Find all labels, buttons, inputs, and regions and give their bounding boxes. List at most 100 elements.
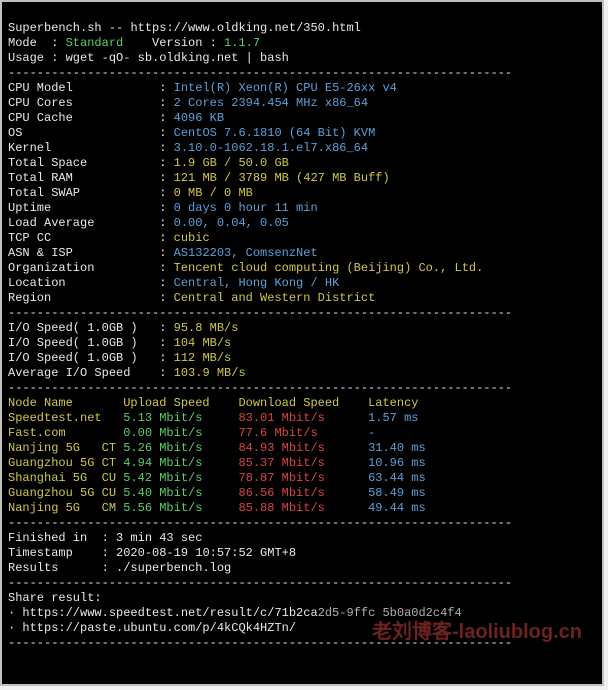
speed-latency: 10.96 ms [368, 456, 454, 470]
sys-value: Intel(R) Xeon(R) CPU E5-26xx v4 [174, 81, 397, 95]
sys-value: Central, Hong Kong / HK [174, 276, 340, 290]
speed-download: 83.01 Mbit/s [238, 411, 368, 425]
share-url-1: · https://www.speedtest.net/result/c/71b… [8, 606, 318, 620]
sys-value: 1.9 GB / 50.0 GB [174, 156, 289, 170]
speed-upload: 5.40 Mbit/s [123, 486, 238, 500]
speed-upload: 5.56 Mbit/s [123, 501, 238, 515]
sys-value: 0 days 0 hour 11 min [174, 201, 318, 215]
sys-value: cubic [174, 231, 210, 245]
sys-value: Central and Western District [174, 291, 376, 305]
sep: -- [102, 21, 131, 35]
speed-download: 86.56 Mbit/s [238, 486, 368, 500]
hr: ----------------------------------------… [8, 516, 512, 530]
col-lat: Latency [368, 396, 454, 410]
hr: ----------------------------------------… [8, 306, 512, 320]
speed-upload: 5.42 Mbit/s [123, 471, 238, 485]
speed-upload: 5.13 Mbit/s [123, 411, 238, 425]
sys-label: TCP CC [8, 231, 159, 245]
speed-node: Nanjing 5G CT [8, 441, 123, 455]
sys-value: 4096 KB [174, 111, 224, 125]
mode-label: Mode : [8, 36, 66, 50]
hr: ----------------------------------------… [8, 381, 512, 395]
sys-label: Location [8, 276, 159, 290]
speed-download: 85.88 Mbit/s [238, 501, 368, 515]
speed-download: 85.37 Mbit/s [238, 456, 368, 470]
speed-node: Speedtest.net [8, 411, 123, 425]
col-up: Upload Speed [123, 396, 238, 410]
speed-latency: 58.49 ms [368, 486, 454, 500]
io2-value: 104 MB/s [174, 336, 232, 350]
col-node: Node Name [8, 396, 123, 410]
speed-download: 78.87 Mbit/s [238, 471, 368, 485]
sys-value: 121 MB / 3789 MB (427 MB Buff) [174, 171, 390, 185]
speed-node: Guangzhou 5G CT [8, 456, 123, 470]
speed-download: 77.6 Mbit/s [238, 426, 368, 440]
speed-table: Speedtest.net 5.13 Mbit/s 83.01 Mbit/s 1… [8, 411, 596, 516]
title: Superbench.sh [8, 21, 102, 35]
sys-value: 2 Cores 2394.454 MHz x86_64 [174, 96, 368, 110]
system-info: CPU Model : Intel(R) Xeon(R) CPU E5-26xx… [8, 81, 596, 306]
colon: : [159, 81, 173, 95]
terminal-output: Superbench.sh -- https://www.oldking.net… [0, 0, 604, 686]
sys-label: CPU Cores [8, 96, 159, 110]
sys-value: 0 MB / 0 MB [174, 186, 253, 200]
share-label: Share result: [8, 591, 102, 605]
finished-value: : 3 min 43 sec [102, 531, 203, 545]
ioavg-value: 103.9 MB/s [174, 366, 246, 380]
io1-label: I/O Speed( 1.0GB ) [8, 321, 159, 335]
sys-label: CPU Model [8, 81, 159, 95]
speed-latency: 49.44 ms [368, 501, 454, 515]
io1-value: 95.8 MB/s [174, 321, 239, 335]
colon: : [159, 321, 173, 335]
colon: : [159, 366, 173, 380]
col-down: Download Speed [238, 396, 368, 410]
sys-value: Tencent cloud computing (Beijing) Co., L… [174, 261, 484, 275]
share-url-1b: 2d5-9ffc 5b0a0d2c4f4 [318, 606, 462, 620]
colon: : [159, 351, 173, 365]
colon: : [159, 276, 173, 290]
speed-latency: 63.44 ms [368, 471, 454, 485]
colon: : [159, 216, 173, 230]
sys-label: CPU Cache [8, 111, 159, 125]
sys-label: Organization [8, 261, 159, 275]
speed-upload: 5.26 Mbit/s [123, 441, 238, 455]
speed-upload: 4.94 Mbit/s [123, 456, 238, 470]
speed-latency: 1.57 ms [368, 411, 454, 425]
speed-node: Guangzhou 5G CU [8, 486, 123, 500]
speed-upload: 0.00 Mbit/s [123, 426, 238, 440]
io2-label: I/O Speed( 1.0GB ) [8, 336, 159, 350]
mode-value: Standard [66, 36, 124, 50]
timestamp-label: Timestamp [8, 546, 102, 560]
sys-value: CentOS 7.6.1810 (64 Bit) KVM [174, 126, 376, 140]
colon: : [159, 231, 173, 245]
hr: ----------------------------------------… [8, 66, 512, 80]
speed-node: Shanghai 5G CU [8, 471, 123, 485]
colon: : [159, 156, 173, 170]
colon: : [159, 336, 173, 350]
speed-latency: 31.40 ms [368, 441, 454, 455]
colon: : [159, 126, 173, 140]
hr: ----------------------------------------… [8, 576, 512, 590]
speed-node: Nanjing 5G CM [8, 501, 123, 515]
sys-label: Load Average [8, 216, 159, 230]
version-value: 1.1.7 [224, 36, 260, 50]
sys-label: Kernel [8, 141, 159, 155]
results-value: : ./superbench.log [102, 561, 232, 575]
io3-label: I/O Speed( 1.0GB ) [8, 351, 159, 365]
sys-label: Uptime [8, 201, 159, 215]
sys-label: Total RAM [8, 171, 159, 185]
finished-label: Finished in [8, 531, 102, 545]
colon: : [159, 96, 173, 110]
colon: : [159, 246, 173, 260]
colon: : [159, 111, 173, 125]
sys-label: Total SWAP [8, 186, 159, 200]
version-label: Version : [123, 36, 224, 50]
sys-label: OS [8, 126, 159, 140]
ioavg-label: Average I/O Speed [8, 366, 159, 380]
sys-label: ASN & ISP [8, 246, 159, 260]
timestamp-value: : 2020-08-19 10:57:52 GMT+8 [102, 546, 296, 560]
usage-label: Usage : [8, 51, 66, 65]
colon: : [159, 186, 173, 200]
speed-node: Fast.com [8, 426, 123, 440]
share-url-2: · https://paste.ubuntu.com/p/4kCQk4HZTn/ [8, 621, 296, 635]
